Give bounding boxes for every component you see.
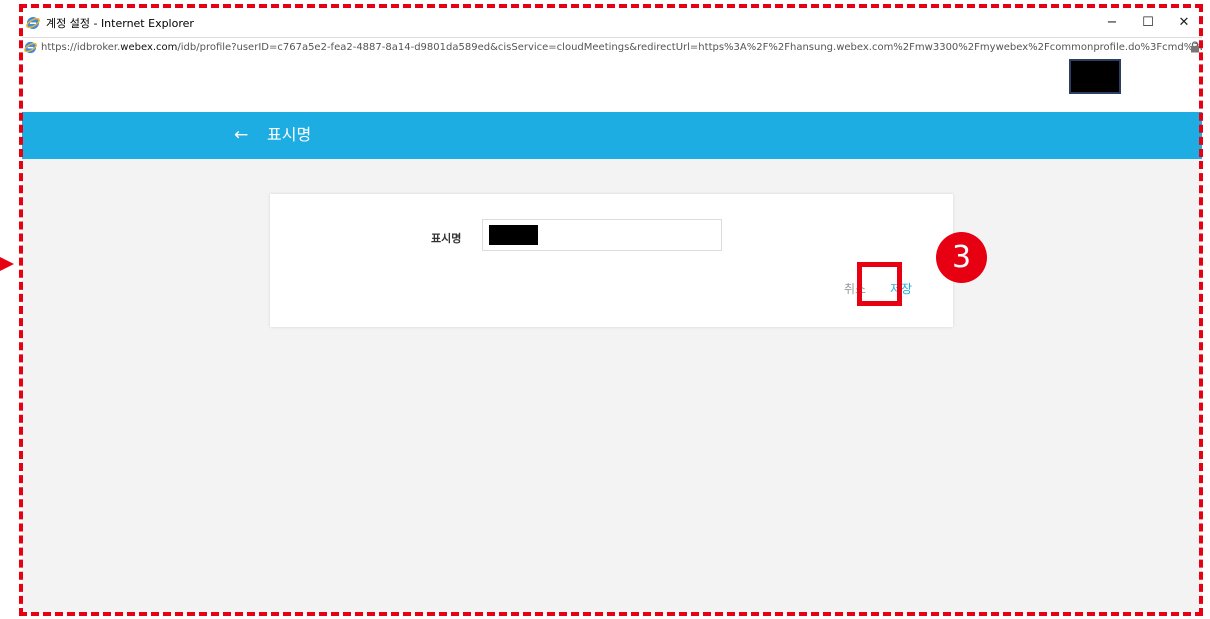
display-name-label: 표시명 xyxy=(431,232,462,245)
lock-icon xyxy=(1191,41,1199,53)
url-host: webex.com xyxy=(120,42,178,53)
ie-page-icon xyxy=(24,41,37,54)
annotation-pointer-arrow xyxy=(0,257,14,271)
address-url[interactable]: https://idbroker.webex.com/idb/profile?u… xyxy=(41,42,1202,53)
url-prefix: https://idbroker. xyxy=(41,42,121,53)
window-controls: − ☐ ✕ xyxy=(1094,8,1202,37)
back-arrow-icon[interactable]: ← xyxy=(234,126,248,144)
page-title: 표시명 xyxy=(267,125,312,144)
save-highlight-box xyxy=(857,262,902,306)
url-rest: /idb/profile?userID=c767a5e2-fea2-4887-8… xyxy=(177,42,1202,53)
minimize-button[interactable]: − xyxy=(1094,8,1130,37)
step-badge: 3 xyxy=(936,232,987,283)
address-bar[interactable]: https://idbroker.webex.com/idb/profile?u… xyxy=(22,37,1202,58)
maximize-button[interactable]: ☐ xyxy=(1130,8,1166,37)
content-area: 표시명 취소 저장 xyxy=(22,159,1202,614)
display-name-input[interactable] xyxy=(482,219,722,251)
close-button[interactable]: ✕ xyxy=(1166,8,1202,37)
display-name-card: 표시명 취소 저장 xyxy=(270,194,953,327)
browser-window: 계정 설정 - Internet Explorer − ☐ ✕ https://… xyxy=(22,8,1202,614)
redacted-value xyxy=(489,225,538,245)
window-title: 계정 설정 - Internet Explorer xyxy=(46,16,194,30)
page-header: ← 표시명 xyxy=(22,112,1202,159)
ie-icon xyxy=(26,16,40,29)
title-bar: 계정 설정 - Internet Explorer − ☐ ✕ xyxy=(22,8,1202,37)
redacted-avatar xyxy=(1069,59,1121,94)
top-strip xyxy=(22,57,1202,112)
